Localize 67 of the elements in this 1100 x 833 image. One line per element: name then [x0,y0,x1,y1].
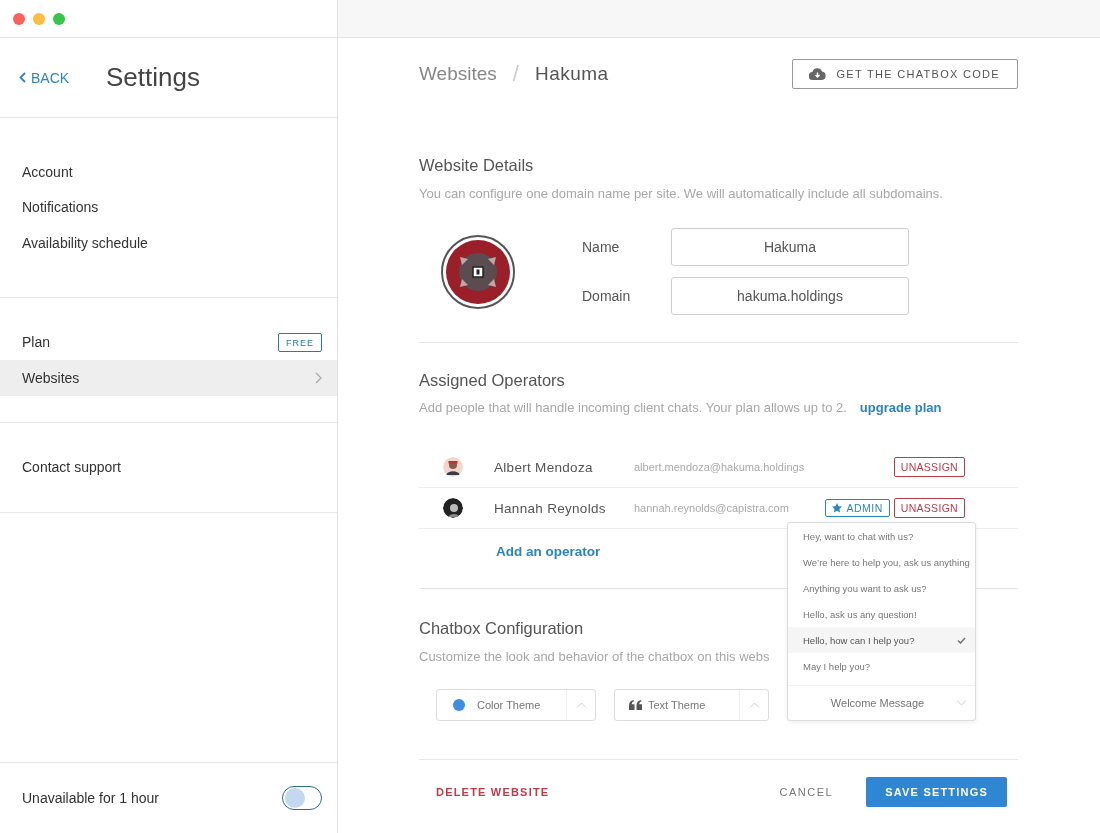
avatar-icon [443,457,463,477]
cloud-download-icon [809,68,827,80]
sidebar-item[interactable]: Account [0,154,337,190]
welcome-message-dropdown[interactable]: Hey, want to chat with us? We’re here to help you, ask us anything Anything you want to ask us? Hello, ask us any question! Hello, how can I help you? May I help you? Welcome Message [787,522,976,721]
save-settings-button[interactable]: SAVE SETTINGS [866,777,1007,807]
website-logo-icon [441,234,515,309]
dropdown-option[interactable]: Anything you want to ask us? [788,575,975,601]
sidebar-item-label: Account [22,163,73,180]
window-control-icon[interactable] [53,12,65,25]
sidebar-item-label: Contact support [22,459,121,476]
section-title: Chatbox Configuration [419,619,584,638]
dropdown-option[interactable]: Hey, want to chat with us? [788,523,975,549]
field-label: Name [582,239,621,255]
breadcrumb-current: Hakuma [534,63,609,85]
add-operator-link[interactable]: Add an operator [496,544,601,559]
sidebar-item-label: Websites [22,369,80,386]
sidebar-item[interactable]: Contact support [0,449,337,485]
cancel-button[interactable]: CANCEL [773,785,840,799]
theme-select[interactable]: Color Theme [436,689,596,721]
operator-name: Hannah Reynolds [494,500,607,516]
section-description: You can configure one domain name per site. We will automatically include all subdomains. [419,186,943,201]
quote-icon [629,700,642,710]
sidebar-item-label: Notifications [22,199,99,216]
sidebar-item-label: Availability schedule [22,234,148,251]
dropdown-option[interactable]: We’re here to help you, ask us anything [788,549,975,575]
caret-up-icon [575,702,587,708]
unassign-button[interactable]: UNASSIGN [893,498,965,518]
operator-email: albert.mendoza@hakuma.holdings [634,461,806,473]
avatar-icon [443,498,463,518]
admin-badge: ADMIN [825,499,890,517]
back-link[interactable]: BACK [19,69,106,86]
sidebar-item-label: Plan [22,334,51,351]
caret-up-icon [748,702,760,708]
sidebar-item[interactable]: Availability schedule [0,225,337,261]
caret-down-icon [955,700,967,706]
star-icon [832,503,843,513]
theme-select[interactable]: Text Theme [614,689,769,721]
field-label: Domain [582,288,632,304]
unassign-button[interactable]: UNASSIGN [893,457,965,477]
check-icon [957,636,966,644]
sidebar-item[interactable]: Notifications [0,189,337,225]
chevron-right-icon [315,371,322,384]
page-title: Settings [106,62,200,93]
select-label: Welcome Message [829,697,926,709]
section-description: Add people that will handle incoming client chats. Your plan allows up to 2. [419,400,847,415]
dropdown-option[interactable]: May I help you? [788,653,975,679]
get-chatbox-code-button[interactable]: GET THE CHATBOX CODE [792,59,1018,89]
chevron-left-icon [19,72,26,83]
breadcrumb-separator: / [512,61,519,87]
operator-email: hannah.reynolds@capistra.com [634,502,790,514]
sidebar-item[interactable]: Plan FREE [0,324,337,360]
text-field[interactable]: hakuma.holdings [671,277,909,315]
window-control-icon[interactable] [13,12,25,25]
section-title: Assigned Operators [419,371,565,390]
breadcrumb-link[interactable]: Websites [419,63,497,85]
operator-name: Albert Mendoza [494,459,594,475]
availability-label: Unavailable for 1 hour [22,790,159,806]
plan-badge: FREE [278,332,322,352]
text-field[interactable]: Hakuma [671,228,909,266]
sidebar-item[interactable]: Websites [0,360,337,396]
dropdown-option[interactable]: Hello, how can I help you? [788,627,975,653]
delete-website-link[interactable]: DELETE WEBSITE [436,786,774,798]
dropdown-option[interactable]: Hello, ask us any question! [788,601,975,627]
section-description: Customize the look and behavior of the chatbox on this webs [419,649,770,664]
section-title: Website Details [419,156,534,175]
window-control-icon[interactable] [33,12,45,25]
upgrade-plan-link[interactable]: upgrade plan [859,400,942,415]
